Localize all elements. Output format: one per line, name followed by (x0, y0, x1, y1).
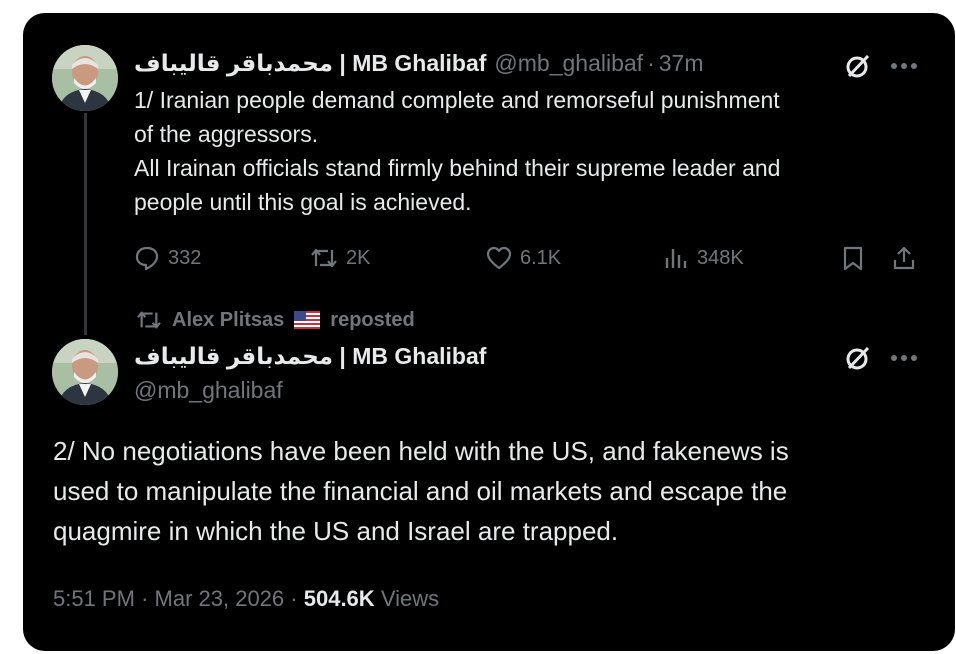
views-button[interactable]: 348K (663, 244, 744, 272)
avatar[interactable] (52, 339, 118, 405)
repost-label: reposted (330, 308, 415, 331)
timestamp[interactable]: 37m (659, 49, 704, 77)
views-count: 504.6K (303, 586, 375, 611)
reply-icon (135, 246, 159, 271)
more-icon[interactable] (887, 51, 921, 81)
views-count: 348K (697, 246, 744, 269)
repost-icon (137, 311, 161, 329)
tweet2-meta: 5:51 PM · Mar 23, 2026 · 504.6K Views (53, 586, 439, 612)
more-icon[interactable] (887, 343, 921, 373)
repost-count: 2K (346, 246, 371, 269)
tweet2-header: محمدباقر قالیباف | MB Ghalibaf (134, 342, 486, 370)
analytics-icon (665, 249, 687, 268)
repost-user[interactable]: Alex Plitsas (172, 309, 284, 332)
post-time[interactable]: 5:51 PM (53, 586, 135, 611)
display-name[interactable]: محمدباقر قالیباف | MB Ghalibaf (134, 342, 486, 370)
handle[interactable]: @mb_ghalibaf (134, 376, 283, 404)
like-button[interactable]: 6.1K (486, 244, 561, 272)
avatar[interactable] (52, 45, 118, 111)
reply-count: 332 (168, 246, 202, 269)
repost-button[interactable]: 2K (310, 244, 370, 272)
tweet1-text: 1/ Iranian people demand complete and re… (134, 87, 781, 215)
reply-button[interactable]: 332 (134, 244, 201, 272)
tweet2-handle-row: @mb_ghalibaf (134, 376, 283, 404)
thread-line (84, 113, 87, 335)
display-name[interactable]: محمدباقر قالیباف | MB Ghalibaf (134, 49, 486, 77)
repost-icon (311, 248, 337, 268)
separator: · (290, 586, 304, 611)
views-label: Views (380, 586, 440, 611)
bookmark-icon[interactable] (838, 243, 868, 273)
tweet2-text: 2/ No negotiations have been held with t… (53, 436, 789, 546)
grok-icon[interactable] (843, 51, 873, 81)
grok-icon[interactable] (843, 343, 873, 373)
handle[interactable]: @mb_ghalibaf (494, 49, 643, 77)
heart-icon (486, 246, 512, 270)
repost-banner: Alex Plitsas reposted (136, 306, 415, 334)
us-flag-icon (294, 311, 321, 329)
like-count: 6.1K (520, 246, 562, 269)
tweet-card: محمدباقر قالیباف | MB Ghalibaf @mb_ghali… (23, 13, 955, 651)
post-date[interactable]: Mar 23, 2026 (155, 586, 285, 611)
tweet1-header: محمدباقر قالیباف | MB Ghalibaf @mb_ghali… (134, 49, 704, 77)
separator: · (647, 50, 655, 76)
separator: · (141, 586, 155, 611)
share-icon[interactable] (889, 243, 919, 273)
